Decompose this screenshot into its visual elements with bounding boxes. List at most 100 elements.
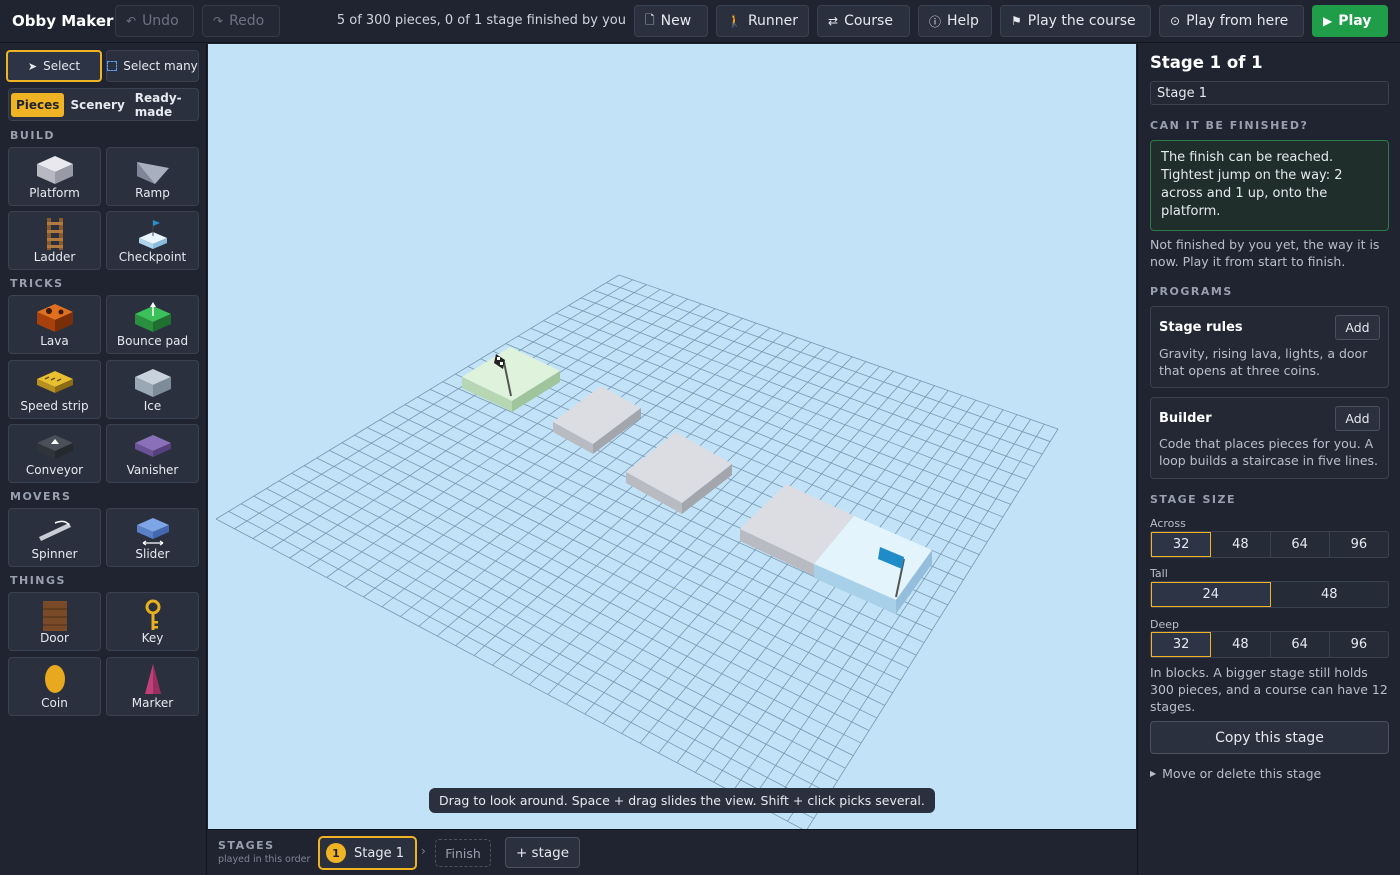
piece-ice[interactable]: Ice	[106, 360, 199, 419]
stage-panel: Stage 1 of 1 CAN IT BE FINISHED? The fin…	[1137, 44, 1400, 875]
stage-size-heading: STAGE SIZE	[1150, 493, 1236, 506]
bounce-pad-icon	[134, 302, 171, 332]
new-file-icon: 🗋	[645, 12, 655, 27]
piece-lava[interactable]: Lava	[8, 295, 101, 354]
new-button[interactable]: 🗋 New	[634, 5, 708, 37]
deep-option-32[interactable]: 32	[1151, 632, 1212, 657]
tall-option-24[interactable]: 24	[1151, 582, 1271, 607]
piece-key[interactable]: Key	[106, 592, 199, 651]
slider-icon	[136, 518, 169, 546]
across-option-32[interactable]: 32	[1151, 532, 1212, 557]
triangle-right-icon: ▶	[1150, 769, 1157, 778]
coin-icon	[44, 665, 65, 693]
deep-option-96[interactable]: 96	[1330, 632, 1388, 657]
stage-scene	[215, 274, 1059, 829]
add-builder-button[interactable]: Add	[1335, 406, 1380, 431]
play-button[interactable]: ▶ Play	[1312, 5, 1388, 37]
select-many-button[interactable]: Select many	[106, 50, 199, 82]
piece-door[interactable]: Door	[8, 592, 101, 651]
play-from-here-button[interactable]: ⊙ Play from here	[1159, 5, 1304, 37]
course-icon: ⇄	[828, 14, 839, 28]
section-tricks: TRICKS	[10, 277, 64, 290]
stage-chip-label: Stage 1	[354, 845, 404, 861]
deep-label: Deep	[1150, 618, 1179, 631]
select-mode-button[interactable]: ➤ Select	[6, 50, 102, 82]
section-movers: MOVERS	[10, 490, 72, 503]
tab-ready-made[interactable]: Ready-made	[131, 87, 194, 123]
runner-button[interactable]: 🚶 Runner	[716, 5, 809, 37]
stage-rules-description: Gravity, rising lava, lights, a door tha…	[1159, 346, 1368, 378]
piece-vanisher[interactable]: Vanisher	[106, 424, 199, 483]
piece-slider[interactable]: Slider	[106, 508, 199, 567]
across-option-64[interactable]: 64	[1271, 532, 1330, 557]
platform-icon	[36, 156, 73, 184]
stages-title: STAGES	[218, 839, 275, 852]
across-option-96[interactable]: 96	[1330, 532, 1388, 557]
programs-heading: PROGRAMS	[1150, 285, 1233, 298]
cursor-icon: ➤	[27, 59, 38, 73]
ladder-icon	[46, 218, 63, 250]
piece-marker[interactable]: Marker	[106, 657, 199, 716]
section-build: BUILD	[10, 129, 56, 142]
add-stage-button[interactable]: + stage	[505, 837, 580, 868]
deep-size-selector: 32 48 64 96	[1150, 631, 1389, 658]
pieces-sidebar: ➤ Select Select many Pieces Scenery Ready…	[0, 44, 207, 875]
stages-subtitle: played in this order	[218, 854, 311, 865]
runner-icon: 🚶	[727, 14, 742, 28]
chevron-right-icon: ›	[421, 844, 426, 858]
tall-option-48[interactable]: 48	[1271, 582, 1389, 607]
across-option-48[interactable]: 48	[1211, 532, 1271, 557]
speed-strip-icon	[36, 371, 73, 393]
tall-label: Tall	[1150, 567, 1168, 580]
stage-chip-1[interactable]: 1 Stage 1	[318, 836, 417, 870]
play-course-button[interactable]: ⚑ Play the course	[1000, 5, 1151, 37]
piece-ramp[interactable]: Ramp	[106, 147, 199, 206]
stage-name-input[interactable]	[1150, 81, 1389, 105]
copy-stage-button[interactable]: Copy this stage	[1150, 721, 1389, 754]
tall-size-selector: 24 48	[1150, 581, 1389, 608]
redo-button[interactable]: ↷ Redo	[202, 5, 280, 37]
vanisher-icon	[134, 435, 171, 457]
deep-option-64[interactable]: 64	[1271, 632, 1330, 657]
marquee-icon	[107, 61, 118, 71]
ramp-icon	[136, 162, 169, 184]
add-stage-rules-button[interactable]: Add	[1335, 315, 1380, 340]
stage-rules-title: Stage rules	[1159, 320, 1243, 335]
play-icon: ▶	[1323, 14, 1333, 28]
undo-icon: ↶	[126, 14, 137, 28]
piece-count-status: 5 of 300 pieces, 0 of 1 stage finished b…	[336, 13, 626, 28]
finish-status-box: The finish can be reached. Tightest jump…	[1150, 140, 1389, 231]
help-button[interactable]: ⓘ Help	[918, 5, 992, 37]
platform-block-1[interactable]	[553, 386, 641, 454]
viewport-hint: Drag to look around. Space + drag slides…	[429, 788, 935, 813]
builder-card: Builder Add Code that places pieces for …	[1150, 397, 1389, 479]
piece-coin[interactable]: Coin	[8, 657, 101, 716]
flag-icon: ⚑	[1011, 14, 1022, 28]
piece-spinner[interactable]: Spinner	[8, 508, 101, 567]
builder-title: Builder	[1159, 411, 1212, 426]
key-icon	[145, 599, 160, 630]
piece-speed-strip[interactable]: Speed strip	[8, 360, 101, 419]
undo-button[interactable]: ↶ Undo	[115, 5, 194, 37]
piece-bounce-pad[interactable]: Bounce pad	[106, 295, 199, 354]
ice-icon	[134, 369, 171, 397]
can-finish-heading: CAN IT BE FINISHED?	[1150, 119, 1309, 132]
tab-pieces[interactable]: Pieces	[11, 92, 65, 117]
piece-platform[interactable]: Platform	[8, 147, 101, 206]
finish-platform[interactable]	[462, 347, 560, 412]
marker-cone-icon	[144, 664, 161, 694]
piece-tabs: Pieces Scenery Ready-made	[8, 88, 199, 121]
piece-ladder[interactable]: Ladder	[8, 211, 101, 270]
tab-scenery[interactable]: Scenery	[66, 94, 128, 116]
deep-option-48[interactable]: 48	[1211, 632, 1271, 657]
3d-viewport[interactable]	[208, 44, 1136, 829]
checkpoint-icon	[138, 220, 167, 249]
course-button[interactable]: ⇄ Course	[817, 5, 910, 37]
piece-checkpoint[interactable]: Checkpoint	[106, 211, 199, 270]
top-bar: Obby Maker ↶ Undo ↷ Redo 5 of 300 pieces, …	[0, 0, 1400, 43]
finish-note: Not finished by you yet, the way it is n…	[1150, 237, 1380, 269]
conveyor-icon	[36, 435, 73, 459]
redo-icon: ↷	[213, 14, 224, 28]
move-delete-disclosure[interactable]: ▶ Move or delete this stage	[1150, 766, 1321, 781]
piece-conveyor[interactable]: Conveyor	[8, 424, 101, 483]
